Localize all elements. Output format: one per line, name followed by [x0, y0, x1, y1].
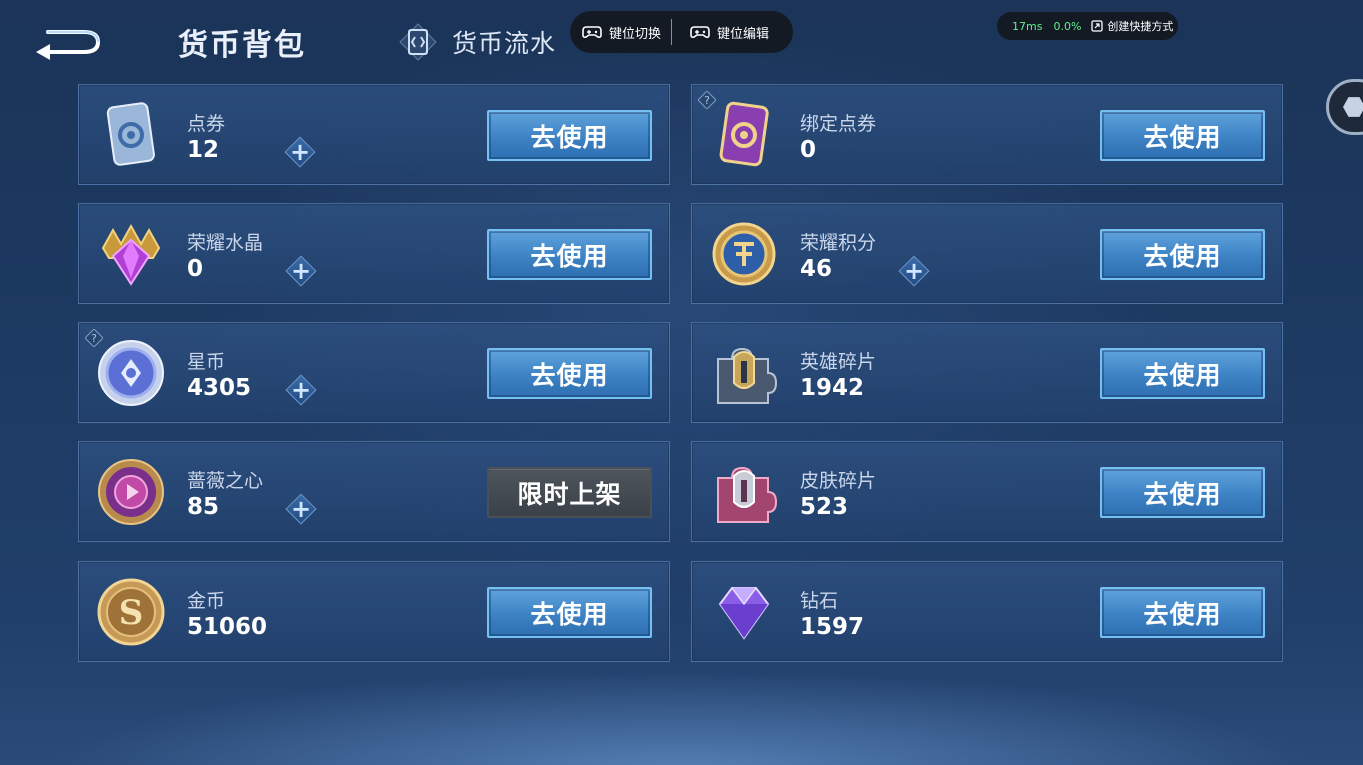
currency-name: 荣耀积分: [800, 232, 877, 254]
tab-label: 货币流水: [452, 29, 557, 58]
back-button[interactable]: [34, 24, 104, 60]
currency-value: 51060: [187, 614, 268, 640]
plus-icon: +: [289, 138, 311, 166]
use-button[interactable]: 去使用: [487, 110, 652, 161]
currency-value: 0: [187, 256, 204, 282]
tab-currency-flow[interactable]: 货币流水: [398, 22, 556, 62]
hexagon-icon: [1343, 97, 1363, 117]
gold-coin-icon: S: [97, 578, 165, 646]
star-coin-icon: [98, 340, 164, 406]
currency-value: 1942: [800, 375, 865, 401]
create-shortcut-button[interactable]: 创建快捷方式: [1091, 18, 1173, 34]
currency-card-star-coin: ? 星币 4305 + 去使用: [78, 322, 670, 423]
currency-card-skin-fragment: 皮肤碎片 523 去使用: [691, 441, 1283, 542]
key-switch-button[interactable]: 键位切换: [570, 11, 671, 53]
top-bar: 货币背包 货币流水 键位切换 键位编辑 17ms 0.0% 创建快捷方式: [0, 0, 1363, 135]
currency-card-hero-fragment: 英雄碎片 1942 去使用: [691, 322, 1283, 423]
currency-name: 星币: [187, 351, 226, 373]
use-button[interactable]: 去使用: [487, 348, 652, 399]
back-arrow-icon: [36, 30, 101, 60]
currency-name: 蔷薇之心: [187, 470, 264, 492]
currency-name: 点券: [187, 113, 226, 135]
gamepad-icon: [582, 26, 602, 39]
use-button[interactable]: 去使用: [1100, 467, 1265, 518]
plus-icon: +: [903, 257, 925, 285]
use-button[interactable]: 去使用: [487, 229, 652, 280]
use-button[interactable]: 去使用: [1100, 348, 1265, 399]
svg-text:S: S: [119, 593, 144, 633]
skin-fragment-icon: [717, 466, 778, 523]
coupon-card-icon: [106, 102, 155, 166]
hero-fragment-icon: [717, 347, 778, 404]
add-button[interactable]: +: [285, 374, 317, 406]
use-button[interactable]: 去使用: [487, 587, 652, 638]
packet-loss-readout: 0.0%: [1053, 19, 1082, 33]
currency-card-glory-points: 荣耀积分 46 + 去使用: [691, 203, 1283, 304]
key-switch-label: 键位切换: [609, 26, 662, 42]
currency-name: 金币: [187, 590, 226, 612]
currency-card-gold-coin: S 金币 51060 去使用: [78, 561, 670, 662]
currency-value: 85: [187, 494, 220, 520]
plus-icon: +: [290, 495, 312, 523]
page-title: 货币背包: [178, 28, 306, 63]
key-edit-button[interactable]: 键位编辑: [672, 11, 779, 53]
add-button[interactable]: +: [285, 493, 317, 525]
shortcut-icon: [1091, 20, 1104, 32]
latency-readout: 17ms: [1012, 19, 1043, 33]
currency-value: 0: [800, 137, 817, 163]
flow-card-icon: [398, 22, 438, 62]
currency-value: 1597: [800, 614, 865, 640]
network-status-bar: 17ms 0.0% 创建快捷方式: [997, 12, 1178, 40]
currency-card-glory-crystal: 荣耀水晶 0 + 去使用: [78, 203, 670, 304]
use-button[interactable]: 去使用: [1100, 110, 1265, 161]
plus-icon: +: [290, 376, 312, 404]
side-panel-handle[interactable]: [1326, 79, 1363, 135]
use-button[interactable]: 去使用: [1100, 229, 1265, 280]
create-shortcut-label: 创建快捷方式: [1107, 20, 1174, 33]
currency-value: 46: [800, 256, 833, 282]
points-medal-icon: [712, 222, 776, 286]
currency-card-dianquan: 点券 12 + 去使用: [78, 84, 670, 185]
rose-heart-icon: [98, 459, 164, 525]
plus-icon: +: [290, 257, 312, 285]
bound-coupon-card-icon: [719, 101, 769, 167]
currency-value: 4305: [187, 375, 252, 401]
limited-time-button[interactable]: 限时上架: [487, 467, 652, 518]
currency-value: 523: [800, 494, 849, 520]
add-button[interactable]: +: [284, 136, 316, 168]
currency-name: 绑定点券: [800, 113, 877, 135]
currency-name: 英雄碎片: [800, 351, 877, 373]
add-button[interactable]: +: [898, 255, 930, 287]
diamond-icon: [718, 586, 770, 640]
use-button[interactable]: 去使用: [1100, 587, 1265, 638]
crystal-crown-icon: [101, 223, 161, 286]
currency-name: 荣耀水晶: [187, 232, 264, 254]
currency-name: 皮肤碎片: [800, 470, 877, 492]
key-edit-label: 键位编辑: [717, 26, 770, 42]
key-mapping-toolbar: 键位切换 键位编辑: [570, 11, 793, 53]
currency-card-diamond: 钻石 1597 去使用: [691, 561, 1283, 662]
currency-value: 12: [187, 137, 220, 163]
currency-card-bound-dianquan: ? 绑定点券 0 去使用: [691, 84, 1283, 185]
add-button[interactable]: +: [285, 255, 317, 287]
currency-card-rose-heart: 蔷薇之心 85 + 限时上架: [78, 441, 670, 542]
currency-name: 钻石: [800, 590, 839, 612]
gamepad-icon: [690, 26, 710, 39]
